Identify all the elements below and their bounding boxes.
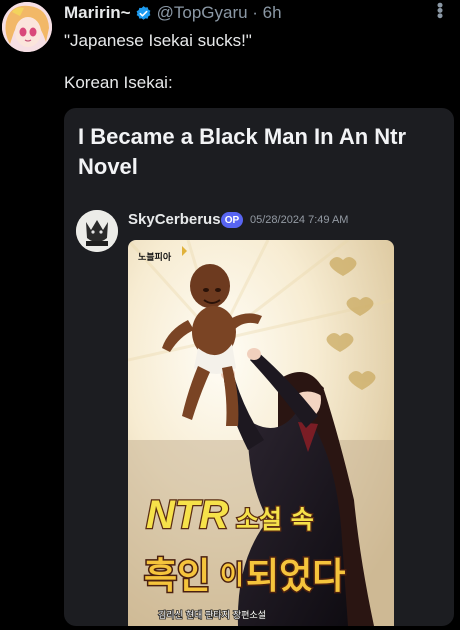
verified-badge-icon: [135, 5, 152, 22]
embedded-post-card[interactable]: I Became a Black Man In An Ntr Novel Sky…: [64, 108, 454, 626]
novel-cover-image[interactable]: 노블피아 NTR 소설 속 흑인 이 되었다 김리신 현대 판타지 장편소설: [128, 240, 394, 626]
cover-title-latin: NTR: [146, 493, 228, 537]
post-title: I Became a Black Man In An Ntr Novel: [78, 124, 407, 179]
display-name[interactable]: Maririn~: [64, 3, 131, 23]
svg-text:노블피아: 노블피아: [138, 251, 172, 263]
cover-title-korean-2b: 이: [220, 561, 244, 591]
handle-and-time[interactable]: @TopGyaru · 6h: [157, 3, 282, 23]
more-dots-icon[interactable]: •••: [429, 2, 450, 18]
op-badge: OP: [221, 212, 243, 228]
cover-title-korean-2c: 되었다: [246, 556, 345, 597]
cover-title-korean-1: 소설 속: [236, 505, 314, 534]
author-name[interactable]: SkyCerberus: [128, 211, 221, 228]
cover-credit: 김리신 현대 판타지 장편소설: [158, 609, 266, 621]
post-date: 05/28/2024 7:49 AM: [250, 214, 349, 226]
tweet-text: "Japanese Isekai sucks!" Korean Isekai:: [64, 31, 252, 92]
author-avatar[interactable]: [76, 210, 118, 252]
tweet-header: Maririn~ @TopGyaru · 6h: [64, 2, 446, 24]
user-avatar[interactable]: [2, 2, 52, 52]
cover-title-korean-2a: 흑인: [144, 556, 210, 597]
